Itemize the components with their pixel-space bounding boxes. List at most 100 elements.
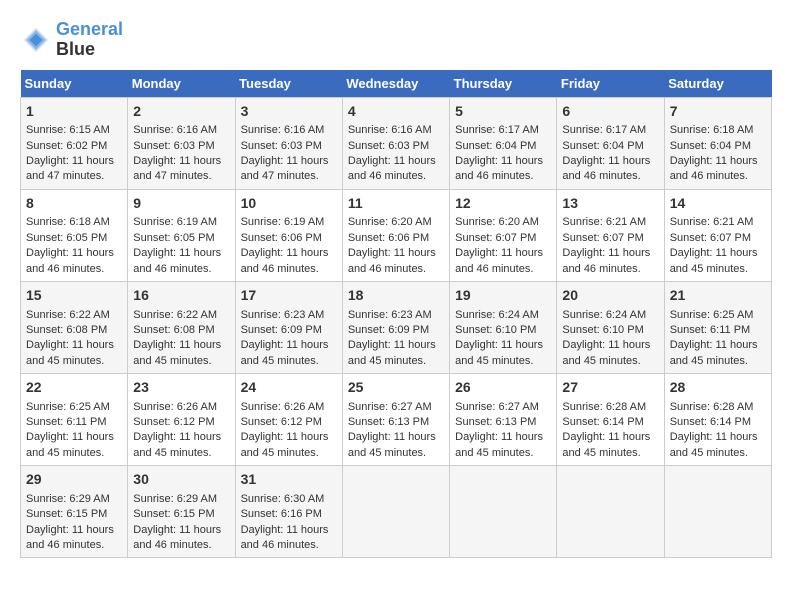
calendar-cell: 23Sunrise: 6:26 AMSunset: 6:12 PMDayligh… [128, 374, 235, 466]
daylight: Daylight: 11 hours and 46 minutes. [455, 247, 543, 274]
sunset: Sunset: 6:02 PM [26, 140, 107, 152]
daylight: Daylight: 11 hours and 47 minutes. [26, 155, 114, 182]
calendar-week-5: 29Sunrise: 6:29 AMSunset: 6:15 PMDayligh… [21, 466, 772, 558]
sunrise: Sunrise: 6:18 AM [26, 216, 110, 228]
sunset: Sunset: 6:12 PM [133, 416, 214, 428]
day-number: 7 [670, 102, 766, 122]
calendar-cell [664, 466, 771, 558]
calendar-cell: 5Sunrise: 6:17 AMSunset: 6:04 PMDaylight… [450, 97, 557, 189]
sunset: Sunset: 6:13 PM [455, 416, 536, 428]
sunset: Sunset: 6:05 PM [133, 232, 214, 244]
calendar-cell: 17Sunrise: 6:23 AMSunset: 6:09 PMDayligh… [235, 281, 342, 373]
calendar-week-3: 15Sunrise: 6:22 AMSunset: 6:08 PMDayligh… [21, 281, 772, 373]
day-header-monday: Monday [128, 70, 235, 98]
sunrise: Sunrise: 6:23 AM [348, 309, 432, 321]
day-number: 27 [562, 378, 658, 398]
sunset: Sunset: 6:09 PM [348, 324, 429, 336]
sunrise: Sunrise: 6:16 AM [133, 124, 217, 136]
daylight: Daylight: 11 hours and 46 minutes. [133, 524, 221, 551]
calendar-cell: 31Sunrise: 6:30 AMSunset: 6:16 PMDayligh… [235, 466, 342, 558]
day-number: 15 [26, 286, 122, 306]
sunrise: Sunrise: 6:25 AM [670, 309, 754, 321]
day-number: 9 [133, 194, 229, 214]
sunrise: Sunrise: 6:26 AM [133, 401, 217, 413]
day-header-thursday: Thursday [450, 70, 557, 98]
daylight: Daylight: 11 hours and 45 minutes. [241, 431, 329, 458]
sunset: Sunset: 6:11 PM [670, 324, 751, 336]
daylight: Daylight: 11 hours and 45 minutes. [348, 339, 436, 366]
day-number: 24 [241, 378, 337, 398]
sunrise: Sunrise: 6:21 AM [670, 216, 754, 228]
day-number: 6 [562, 102, 658, 122]
day-number: 26 [455, 378, 551, 398]
daylight: Daylight: 11 hours and 46 minutes. [26, 524, 114, 551]
calendar-cell: 1Sunrise: 6:15 AMSunset: 6:02 PMDaylight… [21, 97, 128, 189]
daylight: Daylight: 11 hours and 45 minutes. [455, 431, 543, 458]
calendar-cell: 28Sunrise: 6:28 AMSunset: 6:14 PMDayligh… [664, 374, 771, 466]
daylight: Daylight: 11 hours and 46 minutes. [562, 247, 650, 274]
sunset: Sunset: 6:03 PM [348, 140, 429, 152]
day-number: 5 [455, 102, 551, 122]
sunrise: Sunrise: 6:16 AM [241, 124, 325, 136]
sunrise: Sunrise: 6:30 AM [241, 493, 325, 505]
calendar-week-2: 8Sunrise: 6:18 AMSunset: 6:05 PMDaylight… [21, 189, 772, 281]
sunset: Sunset: 6:12 PM [241, 416, 322, 428]
day-number: 30 [133, 470, 229, 490]
sunset: Sunset: 6:15 PM [26, 508, 107, 520]
day-number: 2 [133, 102, 229, 122]
sunrise: Sunrise: 6:28 AM [670, 401, 754, 413]
calendar-cell: 24Sunrise: 6:26 AMSunset: 6:12 PMDayligh… [235, 374, 342, 466]
sunrise: Sunrise: 6:24 AM [562, 309, 646, 321]
sunset: Sunset: 6:07 PM [455, 232, 536, 244]
day-header-sunday: Sunday [21, 70, 128, 98]
calendar-cell: 13Sunrise: 6:21 AMSunset: 6:07 PMDayligh… [557, 189, 664, 281]
daylight: Daylight: 11 hours and 45 minutes. [133, 339, 221, 366]
daylight: Daylight: 11 hours and 45 minutes. [348, 431, 436, 458]
logo-text: General Blue [56, 20, 123, 60]
daylight: Daylight: 11 hours and 45 minutes. [241, 339, 329, 366]
calendar-cell: 26Sunrise: 6:27 AMSunset: 6:13 PMDayligh… [450, 374, 557, 466]
day-number: 16 [133, 286, 229, 306]
sunrise: Sunrise: 6:29 AM [133, 493, 217, 505]
daylight: Daylight: 11 hours and 47 minutes. [241, 155, 329, 182]
daylight: Daylight: 11 hours and 46 minutes. [26, 247, 114, 274]
calendar-cell: 20Sunrise: 6:24 AMSunset: 6:10 PMDayligh… [557, 281, 664, 373]
calendar-cell: 25Sunrise: 6:27 AMSunset: 6:13 PMDayligh… [342, 374, 449, 466]
calendar-cell: 6Sunrise: 6:17 AMSunset: 6:04 PMDaylight… [557, 97, 664, 189]
sunset: Sunset: 6:07 PM [670, 232, 751, 244]
sunrise: Sunrise: 6:20 AM [348, 216, 432, 228]
sunrise: Sunrise: 6:29 AM [26, 493, 110, 505]
day-number: 12 [455, 194, 551, 214]
daylight: Daylight: 11 hours and 46 minutes. [241, 524, 329, 551]
sunset: Sunset: 6:14 PM [562, 416, 643, 428]
day-number: 4 [348, 102, 444, 122]
sunset: Sunset: 6:06 PM [241, 232, 322, 244]
daylight: Daylight: 11 hours and 45 minutes. [562, 431, 650, 458]
calendar-cell: 19Sunrise: 6:24 AMSunset: 6:10 PMDayligh… [450, 281, 557, 373]
sunset: Sunset: 6:07 PM [562, 232, 643, 244]
day-number: 31 [241, 470, 337, 490]
calendar-cell: 18Sunrise: 6:23 AMSunset: 6:09 PMDayligh… [342, 281, 449, 373]
daylight: Daylight: 11 hours and 46 minutes. [241, 247, 329, 274]
calendar-cell [342, 466, 449, 558]
day-number: 19 [455, 286, 551, 306]
sunrise: Sunrise: 6:21 AM [562, 216, 646, 228]
day-number: 3 [241, 102, 337, 122]
day-number: 28 [670, 378, 766, 398]
daylight: Daylight: 11 hours and 47 minutes. [133, 155, 221, 182]
calendar-cell: 9Sunrise: 6:19 AMSunset: 6:05 PMDaylight… [128, 189, 235, 281]
calendar-header-row: SundayMondayTuesdayWednesdayThursdayFrid… [21, 70, 772, 98]
day-number: 20 [562, 286, 658, 306]
calendar-week-1: 1Sunrise: 6:15 AMSunset: 6:02 PMDaylight… [21, 97, 772, 189]
calendar-cell: 27Sunrise: 6:28 AMSunset: 6:14 PMDayligh… [557, 374, 664, 466]
calendar-cell: 16Sunrise: 6:22 AMSunset: 6:08 PMDayligh… [128, 281, 235, 373]
calendar-cell: 14Sunrise: 6:21 AMSunset: 6:07 PMDayligh… [664, 189, 771, 281]
sunrise: Sunrise: 6:22 AM [133, 309, 217, 321]
calendar-cell: 12Sunrise: 6:20 AMSunset: 6:07 PMDayligh… [450, 189, 557, 281]
sunset: Sunset: 6:04 PM [562, 140, 643, 152]
daylight: Daylight: 11 hours and 46 minutes. [348, 247, 436, 274]
sunrise: Sunrise: 6:25 AM [26, 401, 110, 413]
daylight: Daylight: 11 hours and 45 minutes. [26, 431, 114, 458]
calendar-cell: 2Sunrise: 6:16 AMSunset: 6:03 PMDaylight… [128, 97, 235, 189]
daylight: Daylight: 11 hours and 46 minutes. [670, 155, 758, 182]
